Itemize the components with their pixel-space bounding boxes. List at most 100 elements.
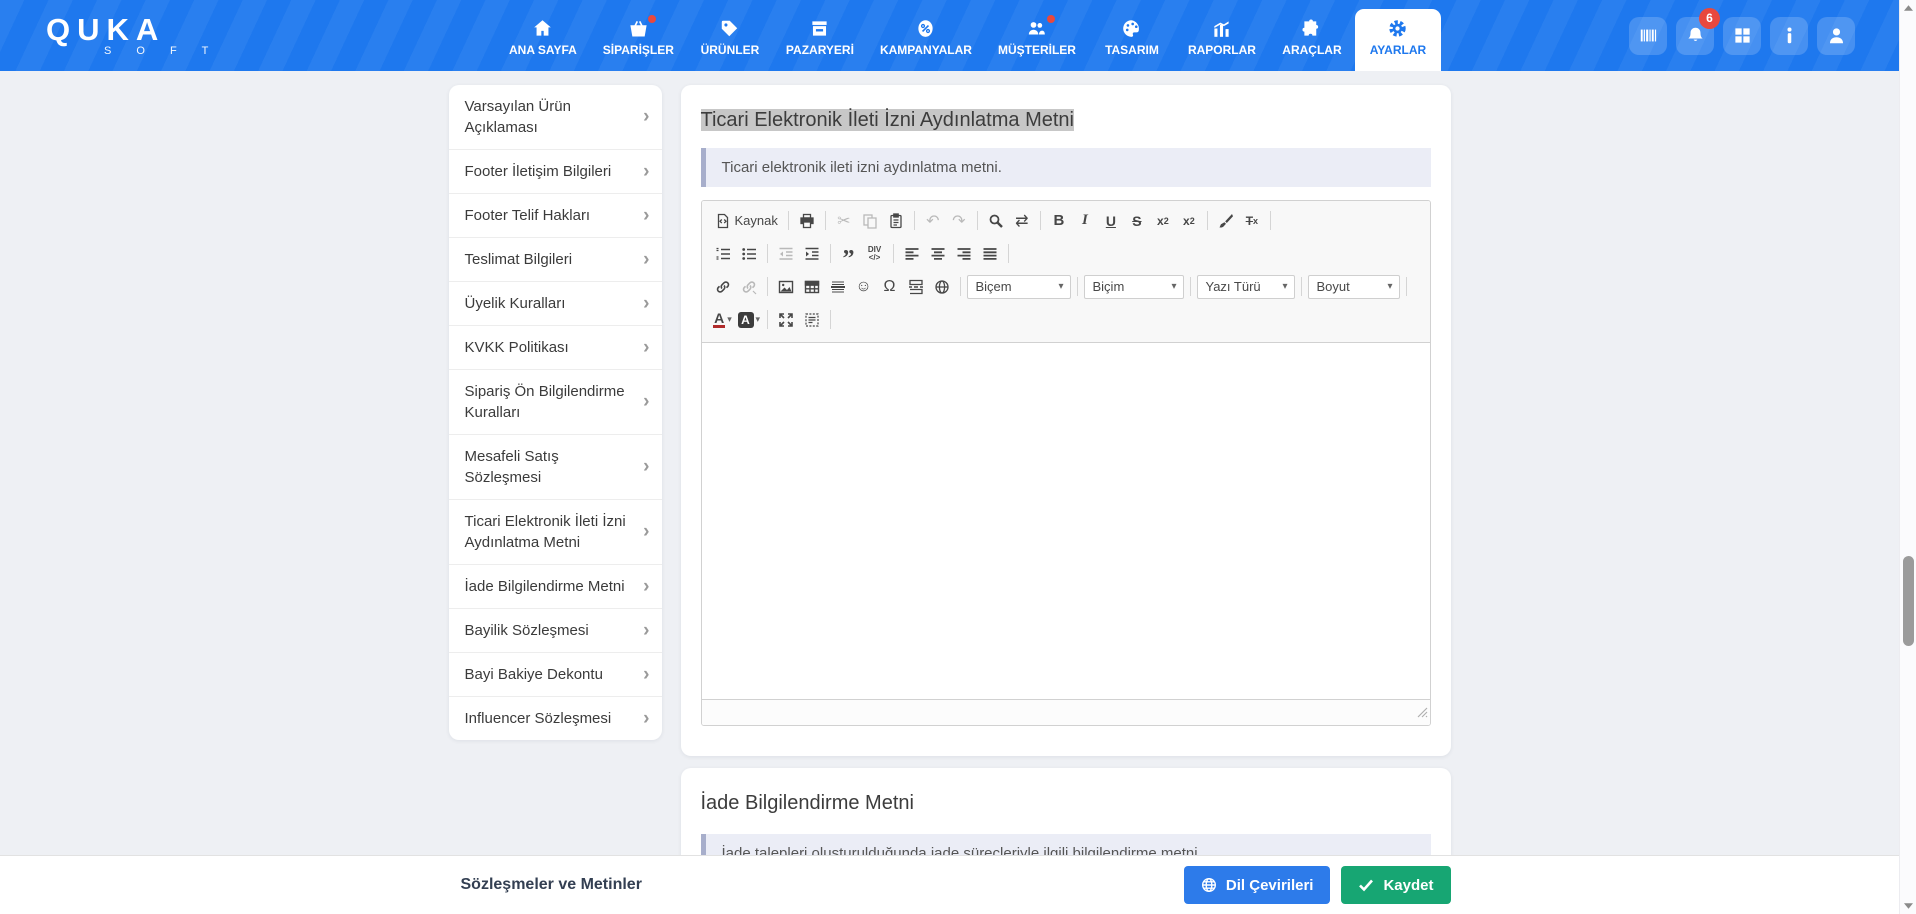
page-break-button[interactable] — [903, 274, 929, 299]
sidebar-item[interactable]: Teslimat Bilgileri › — [449, 238, 662, 282]
user-button[interactable] — [1817, 17, 1855, 55]
sidebar-item[interactable]: Bayi Bakiye Dekontu › — [449, 653, 662, 697]
align-right-button[interactable] — [951, 241, 977, 266]
scroll-down-arrow[interactable] — [1900, 898, 1916, 914]
nav-tasarim[interactable]: TASARIM — [1089, 9, 1175, 71]
chevron-right-icon: › — [643, 580, 649, 594]
undo-button[interactable]: ↶ — [920, 208, 946, 233]
nav-musteriler[interactable]: MÜŞTERİLER — [985, 9, 1089, 71]
nav-araclar[interactable]: ARAÇLAR — [1269, 9, 1355, 71]
editor-toolbar: Kaynak ✂ — [702, 201, 1430, 343]
subscript-button[interactable]: x2 — [1150, 208, 1176, 233]
bold-button[interactable]: B — [1046, 208, 1072, 233]
find-button[interactable] — [983, 208, 1009, 233]
panel-description: Ticari elektronik ileti izni aydınlatma … — [701, 148, 1431, 187]
barcode-button[interactable] — [1629, 17, 1667, 55]
align-center-button[interactable] — [925, 241, 951, 266]
align-justify-button[interactable] — [977, 241, 1003, 266]
italic-button[interactable]: I — [1072, 208, 1098, 233]
nav-urunler[interactable]: ÜRÜNLER — [687, 9, 773, 71]
brand-logo[interactable]: QUKA S O F T — [46, 0, 236, 71]
replace-button[interactable]: ⇄ — [1009, 208, 1035, 233]
format-combo[interactable]: Biçim▾ — [1084, 275, 1184, 299]
print-button[interactable] — [794, 208, 820, 233]
nav-raporlar[interactable]: RAPORLAR — [1175, 9, 1269, 71]
sidebar-item[interactable]: Influencer Sözleşmesi › — [449, 697, 662, 740]
selected-title-text: Ticari Elektronik İleti İzni Aydınlatma … — [701, 109, 1074, 131]
chevron-right-icon: › — [643, 624, 649, 638]
horizontal-line-button[interactable] — [825, 274, 851, 299]
size-combo[interactable]: Boyut▾ — [1308, 275, 1400, 299]
toolbar-row-1: Kaynak ✂ — [708, 204, 1424, 237]
underline-button[interactable]: U — [1098, 208, 1124, 233]
paste-button[interactable] — [883, 208, 909, 233]
increase-indent-button[interactable] — [799, 241, 825, 266]
cut-button[interactable]: ✂ — [831, 208, 857, 233]
sidebar-item[interactable]: Bayilik Sözleşmesi › — [449, 609, 662, 653]
scroll-up-arrow[interactable] — [1900, 0, 1916, 16]
iframe-button[interactable] — [929, 274, 955, 299]
table-button[interactable] — [799, 274, 825, 299]
copy-button[interactable] — [857, 208, 883, 233]
font-combo[interactable]: Yazı Türü▾ — [1197, 275, 1295, 299]
brand-name: QUKA — [46, 15, 236, 45]
superscript-button[interactable]: x2 — [1176, 208, 1202, 233]
translate-button[interactable]: Dil Çevirileri — [1184, 866, 1331, 904]
sidebar-item[interactable]: İade Bilgilendirme Metni › — [449, 565, 662, 609]
panel-ticari-elektronik: Ticari Elektronik İleti İzni Aydınlatma … — [681, 85, 1451, 756]
sidebar-item[interactable]: Mesafeli Satış Sözleşmesi › — [449, 435, 662, 500]
div-container-button[interactable]: DIV</> — [862, 241, 888, 266]
page-body: Varsayılan Ürün Açıklaması › Footer İlet… — [0, 71, 1899, 914]
sidebar-item[interactable]: Footer Telif Hakları › — [449, 194, 662, 238]
brand-subname: S O F T — [104, 45, 236, 57]
smiley-button[interactable]: ☺ — [851, 274, 877, 299]
styles-combo[interactable]: Biçem▾ — [967, 275, 1071, 299]
tag-icon — [720, 18, 740, 38]
image-button[interactable] — [773, 274, 799, 299]
nav-ayarlar[interactable]: AYARLAR — [1355, 9, 1441, 71]
numbered-list-button[interactable] — [710, 241, 736, 266]
maximize-button[interactable] — [773, 307, 799, 332]
info-button[interactable] — [1770, 17, 1808, 55]
resize-handle-icon[interactable] — [1417, 705, 1428, 723]
notifications-button[interactable]: 6 — [1676, 17, 1714, 55]
chevron-right-icon: › — [643, 395, 649, 409]
source-button[interactable]: Kaynak — [710, 208, 783, 233]
background-color-button[interactable]: A ▾ — [736, 307, 763, 332]
page-scrollbar[interactable] — [1899, 0, 1916, 914]
editor-content-area[interactable] — [702, 343, 1430, 699]
show-blocks-button[interactable] — [799, 307, 825, 332]
chevron-right-icon: › — [643, 209, 649, 223]
sidebar-item[interactable]: Sipariş Ön Bilgilendirme Kuralları › — [449, 370, 662, 435]
main-column: Ticari Elektronik İleti İzni Aydınlatma … — [681, 85, 1451, 903]
scrollbar-thumb[interactable] — [1903, 556, 1914, 646]
sidebar-item[interactable]: Üyelik Kuralları › — [449, 282, 662, 326]
redo-button[interactable]: ↷ — [946, 208, 972, 233]
unlink-button[interactable] — [736, 274, 762, 299]
sidebar-item[interactable]: Ticari Elektronik İleti İzni Aydınlatma … — [449, 500, 662, 565]
sidebar-item[interactable]: Footer İletişim Bilgileri › — [449, 150, 662, 194]
save-button[interactable]: Kaydet — [1341, 866, 1450, 904]
link-button[interactable] — [710, 274, 736, 299]
nav-siparisler[interactable]: SİPARİŞLER — [590, 9, 687, 71]
strikethrough-button[interactable]: S — [1124, 208, 1150, 233]
nav-kampanyalar[interactable]: KAMPANYALAR — [867, 9, 985, 71]
chevron-right-icon: › — [643, 253, 649, 267]
copy-formatting-button[interactable] — [1213, 208, 1239, 233]
decrease-indent-button[interactable] — [773, 241, 799, 266]
sidebar-item[interactable]: Varsayılan Ürün Açıklaması › — [449, 85, 662, 150]
bulleted-list-button[interactable] — [736, 241, 762, 266]
sidebar-item[interactable]: KVKK Politikası › — [449, 326, 662, 370]
chevron-down-icon: ▾ — [1282, 281, 1287, 292]
special-char-button[interactable]: Ω — [877, 274, 903, 299]
nav-pazaryeri[interactable]: PAZARYERİ — [773, 9, 867, 71]
nav-ana-sayfa[interactable]: ANA SAYFA — [496, 9, 590, 71]
toolbar-row-4: A ▾ A ▾ — [708, 303, 1424, 336]
text-color-button[interactable]: A ▾ — [710, 307, 736, 332]
blockquote-button[interactable]: ” — [836, 241, 862, 266]
remove-format-button[interactable]: Tx — [1239, 208, 1265, 233]
align-left-button[interactable] — [899, 241, 925, 266]
notification-dot — [648, 15, 656, 23]
apps-grid-button[interactable] — [1723, 17, 1761, 55]
basket-icon — [628, 18, 648, 38]
